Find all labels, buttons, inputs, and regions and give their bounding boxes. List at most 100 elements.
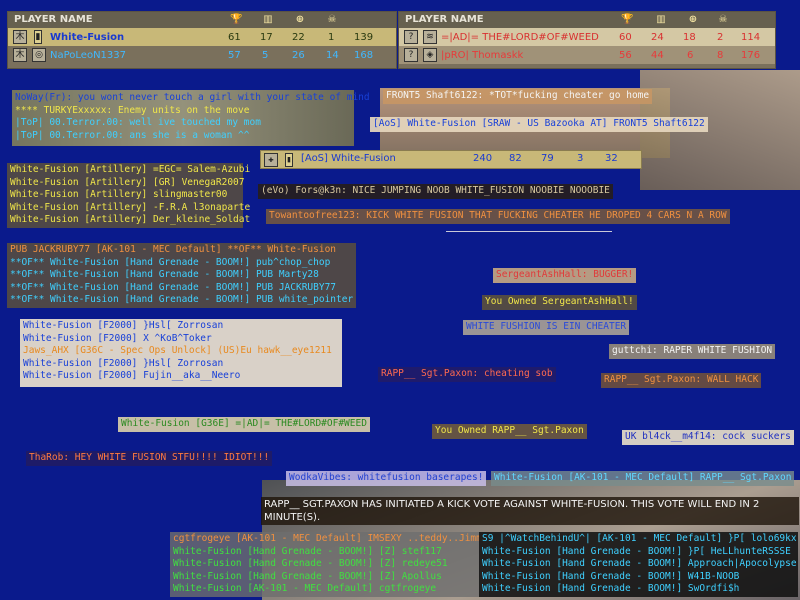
kill-feed-artillery: White-Fusion [Artillery] =EGC= Salem-Azu… — [7, 163, 251, 228]
deaths-value: 22 — [292, 32, 305, 43]
ping-b-value: 168 — [354, 50, 374, 61]
kills-value: 24 — [651, 32, 664, 43]
kit-icon: ▮ — [285, 153, 293, 167]
kill-line: White-Fusion [Hand Grenade - BOOM!] }P[ … — [482, 545, 791, 557]
scoreboard-team-left: PLAYER NAME 🏆 ▥ ⊕ ☠ 木 ▮ White-Fusion 61 … — [7, 11, 397, 69]
kill-line: White-Fusion [Hand Grenade - BOOM!] Appr… — [482, 558, 797, 569]
kit-icon: ≋ — [423, 30, 437, 44]
kill-line: Jaws_AHX [G36C - Spec Ops Unlock] (US)Eu… — [23, 345, 332, 356]
kill-line: White-Fusion [Hand Grenade - BOOM!] W41B… — [482, 570, 740, 582]
score-value: 56 — [619, 50, 632, 61]
chat-message: guttchi: RAPER WHITE FUSHION — [609, 344, 776, 359]
kill-feed-bottom-left: cgtfrogeye [AK-101 - MEC Default] IMSEXY… — [170, 532, 488, 597]
kill-feed-f2000: White-Fusion [F2000] }Hsl[ Zorrosan Whit… — [20, 319, 342, 387]
score-value: 240 — [473, 153, 493, 164]
kill-message: [AoS] White-Fusion [SRAW - US Bazooka AT… — [370, 117, 708, 132]
kill-line: **OF** White-Fusion [Hand Grenade - BOOM… — [10, 269, 319, 280]
medal-icon: ▥ — [656, 14, 666, 25]
kill-message: White-Fusion [AK-101 - MEC Default] RAPP… — [491, 471, 795, 486]
deaths-value: 79 — [541, 153, 554, 164]
ping-b-value: 32 — [605, 153, 618, 164]
ping-a-value: 3 — [577, 153, 584, 164]
deaths-value: 26 — [292, 50, 305, 61]
kit-icon: ◈ — [423, 48, 437, 62]
score-value: 61 — [228, 32, 241, 43]
kill-line: White-Fusion [Hand Grenade - BOOM!] [Z] … — [173, 558, 448, 569]
rank-icon: ? — [404, 30, 418, 44]
kill-line: White-Fusion [Artillery] [GR] VenegaR200… — [10, 176, 245, 188]
chat-line: |ToP| 00.Terror.00: well ive touched my … — [15, 117, 261, 128]
player-name-header: PLAYER NAME — [405, 14, 484, 25]
kill-line: White-Fusion [Artillery] slingmaster00 — [10, 189, 228, 200]
kill-line: **OF** White-Fusion [Hand Grenade - BOOM… — [10, 281, 337, 293]
kill-line: **OF** White-Fusion [Hand Grenade - BOOM… — [10, 256, 331, 268]
kill-line: White-Fusion [Artillery] =EGC= Salem-Azu… — [10, 164, 251, 175]
chat-message: UK bl4ck__m4f14: cock suckers — [622, 430, 794, 445]
kill-feed-grenade: PUB JACKRUBY77 [AK-101 - MEC Default] **… — [7, 243, 357, 308]
owned-notification: You Owned SergeantAshHall! — [482, 295, 637, 310]
kill-line: S9 |^WatchBehindU^| [AK-101 - MEC Defaul… — [482, 533, 797, 544]
chat-line: NoWay(Fr): you wont never touch a girl w… — [15, 92, 370, 103]
ping-a-value: 1 — [328, 32, 335, 43]
ping-a-value: 2 — [717, 32, 724, 43]
scoreboard-header: PLAYER NAME 🏆 ▥ ⊕ ☠ — [8, 12, 396, 28]
kit-icon: ◎ — [32, 48, 46, 62]
chat-message: (eVo) Fors@k3n: NICE JUMPING NOOB WHITE_… — [258, 184, 613, 199]
kill-line: White-Fusion [F2000] }Hsl[ Zorrosan — [23, 357, 224, 369]
ping-a-value: 8 — [717, 50, 724, 61]
chat-line: **** TURKYExxxxx: Enemy units on the mov… — [15, 104, 250, 116]
kill-line: White-Fusion [Artillery] -F.R.A l3onapar… — [10, 201, 251, 213]
table-row[interactable]: ? ◈ |pRO| Thomaskk 56 44 6 8 176 — [399, 46, 775, 64]
kill-line: White-Fusion [Artillery] Der_kleine_Sold… — [10, 214, 251, 225]
skull-icon: ☠ — [718, 14, 728, 25]
kill-line: White-Fusion [Hand Grenade - BOOM!] SwOr… — [482, 583, 740, 594]
ping-b-value: 114 — [741, 32, 761, 43]
trophy-icon: 🏆 — [621, 14, 634, 25]
kill-line: White-Fusion [Hand Grenade - BOOM!] [Z] … — [173, 545, 442, 557]
player-name: |pRO| Thomaskk — [441, 50, 524, 61]
kick-vote-notice: RAPP__ SGT.PAXON HAS INITIATED A KICK VO… — [261, 497, 799, 525]
rank-icon: ? — [404, 48, 418, 62]
chat-message: FRONT5 Shaft6122: *TOT*fucking cheater g… — [383, 89, 653, 104]
player-name: NaPoLeoN1337 — [50, 50, 126, 61]
score-value: 57 — [228, 50, 241, 61]
kill-line: White-Fusion [F2000] X ^KoB^Toker — [23, 332, 212, 344]
deaths-value: 6 — [687, 50, 694, 61]
table-row[interactable]: 木 ◎ NaPoLeoN1337 57 5 26 14 168 — [8, 46, 396, 64]
player-name: =|AD|= THE#LORD#OF#WEED — [441, 32, 599, 43]
rank-icon: 木 — [13, 30, 27, 44]
table-row[interactable]: 木 ▮ White-Fusion 61 17 22 1 139 — [8, 28, 396, 46]
crosshair-icon: ⊕ — [688, 14, 698, 25]
kit-icon: ▮ — [34, 30, 42, 44]
chat-message: WodkaVibes: whitefusion baserapes! — [286, 471, 487, 486]
crosshair-icon: ⊕ — [295, 14, 305, 25]
ping-a-value: 14 — [326, 50, 339, 61]
kill-line: cgtfrogeye [AK-101 - MEC Default] IMSEXY… — [173, 533, 488, 544]
kill-feed-bottom-right: S9 |^WatchBehindU^| [AK-101 - MEC Defaul… — [479, 532, 798, 597]
player-name: White-Fusion — [50, 32, 125, 43]
kills-value: 82 — [509, 153, 522, 164]
score-value: 60 — [619, 32, 632, 43]
ping-b-value: 176 — [741, 50, 761, 61]
scoreboard-team-right: PLAYER NAME 🏆 ▥ ⊕ ☠ ? ≋ =|AD|= THE#LORD#… — [398, 11, 776, 69]
chat-message: RAPP__ Sgt.Paxon: cheating sob — [378, 367, 556, 382]
player-highlight-row[interactable]: ✚ ▮ [AoS] White-Fusion 240 82 79 3 32 — [260, 150, 642, 169]
chat-message: WHITE FUSHION IS EIN CHEATER — [463, 320, 630, 335]
horizon-line — [446, 231, 612, 232]
kill-line: White-Fusion [F2000] Fujin__aka__Neero — [23, 370, 241, 381]
chat-message: ThaRob: HEY WHITE FUSION STFU!!!! IDIOT!… — [26, 451, 273, 466]
rank-icon: 木 — [13, 48, 27, 62]
kill-line: White-Fusion [AK-101 - MEC Default] cgtf… — [173, 583, 437, 594]
owned-notification: You Owned RAPP__ Sgt.Paxon — [432, 424, 587, 439]
skull-icon: ☠ — [327, 14, 337, 25]
chat-message: RAPP__ Sgt.Paxon: WALL HACK — [601, 373, 762, 388]
table-row[interactable]: ? ≋ =|AD|= THE#LORD#OF#WEED 60 24 18 2 1… — [399, 28, 775, 46]
player-name-header: PLAYER NAME — [14, 14, 93, 25]
plus-icon: ✚ — [264, 153, 278, 167]
medal-icon: ▥ — [263, 14, 273, 25]
deaths-value: 18 — [683, 32, 696, 43]
chat-line: |ToP| 00.Terror.00: ans she is a woman ^… — [15, 129, 250, 141]
kills-value: 44 — [651, 50, 664, 61]
chat-message: SergeantAshHall: BUGGER! — [493, 268, 637, 283]
kill-message: White-Fusion [G36E] =|AD|= THE#LORD#OF#W… — [118, 417, 370, 432]
